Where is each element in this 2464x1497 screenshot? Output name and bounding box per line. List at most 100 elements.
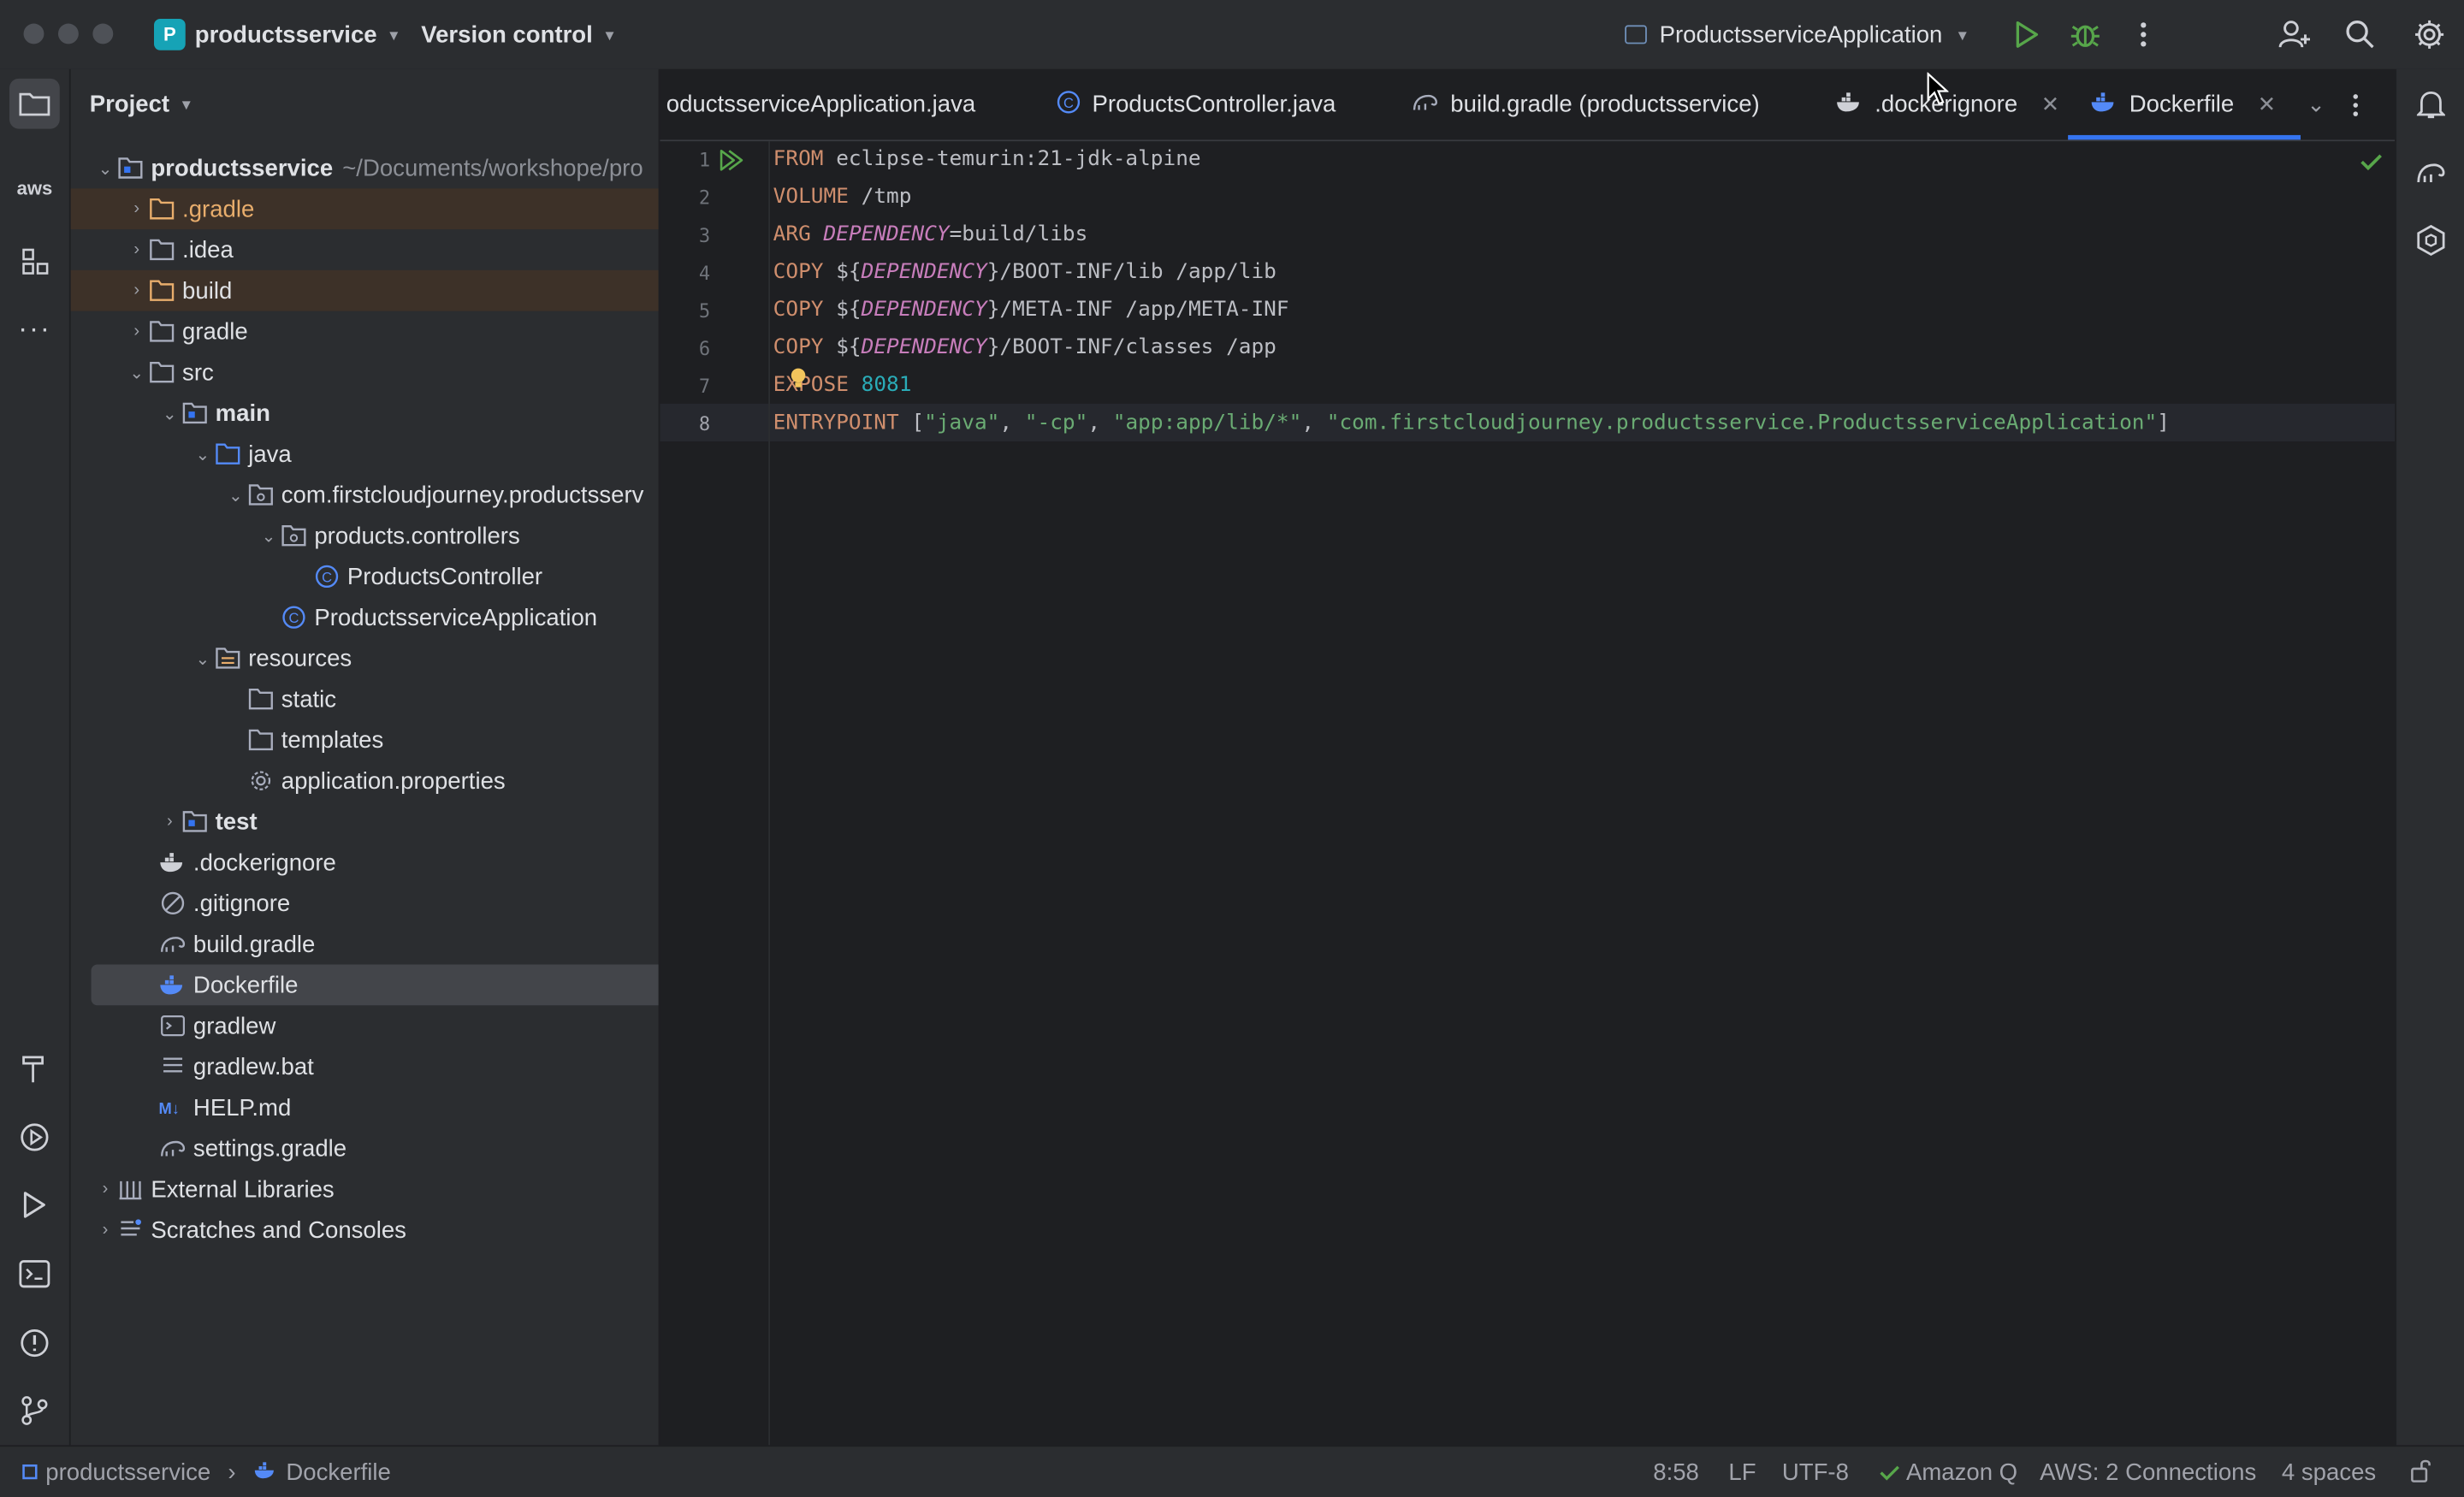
project-panel-title: Project: [89, 90, 170, 117]
terminal-tool-button[interactable]: [9, 1249, 60, 1299]
chevron-right-icon[interactable]: ›: [126, 281, 148, 300]
tree-item-products-controller[interactable]: C ProductsController: [71, 556, 659, 597]
tree-item-main[interactable]: ⌄ main: [71, 393, 659, 434]
chevron-down-icon[interactable]: ⌄: [94, 158, 116, 178]
aws-toolkit-button[interactable]: aws: [9, 163, 60, 214]
tree-item-package-root[interactable]: ⌄ com.firstcloudjourney.productsserv: [71, 475, 659, 516]
aws-connections[interactable]: AWS: 2 Connections: [2040, 1459, 2256, 1486]
tree-item-label: products.controllers: [314, 522, 520, 549]
problems-tool-button[interactable]: [9, 1318, 60, 1369]
project-switcher[interactable]: P productsservice ▾: [153, 17, 398, 51]
tree-item-src[interactable]: ⌄ src: [71, 352, 659, 393]
line-ending[interactable]: LF: [1728, 1459, 1756, 1486]
gradle-tool-button[interactable]: [2406, 148, 2456, 198]
tab-build-gradle[interactable]: build.gradle (productsservice): [1411, 69, 1760, 140]
tab-products-controller[interactable]: C ProductsController.java: [1056, 69, 1336, 140]
add-user-icon[interactable]: [2276, 15, 2313, 53]
tree-item-idea[interactable]: › .idea: [71, 229, 659, 270]
close-window-button[interactable]: [23, 23, 44, 44]
more-actions-icon[interactable]: [2124, 15, 2162, 53]
tree-item-help-md[interactable]: M↓ HELP.md: [71, 1087, 659, 1128]
tree-item-scratches[interactable]: › Scratches and Consoles: [71, 1210, 659, 1251]
project-tool-button[interactable]: [9, 78, 60, 129]
tab-dockerfile[interactable]: Dockerfile ✕: [2068, 69, 2302, 140]
tree-item-build-folder[interactable]: › build: [70, 269, 659, 311]
search-icon[interactable]: [2342, 15, 2379, 53]
chevron-down-icon[interactable]: ⌄: [258, 525, 280, 546]
chevron-right-icon[interactable]: ›: [94, 1221, 116, 1240]
run-tool-button[interactable]: [9, 1180, 60, 1230]
tree-item-dockerignore[interactable]: .dockerignore: [71, 842, 659, 883]
debug-icon[interactable]: [2066, 15, 2104, 53]
lightbulb-icon[interactable]: [789, 368, 808, 398]
chevron-down-icon[interactable]: ⌄: [192, 444, 214, 464]
notifications-button[interactable]: [2406, 79, 2456, 129]
tree-item-application-class[interactable]: C ProductsserviceApplication: [71, 597, 659, 638]
tree-item-gradle-cache[interactable]: › .gradle: [70, 188, 659, 230]
minimize-window-button[interactable]: [57, 23, 79, 44]
file-encoding[interactable]: UTF-8: [1782, 1459, 1849, 1486]
tree-item-gradle[interactable]: › gradle: [71, 311, 659, 352]
tree-item-gradlew-bat[interactable]: gradlew.bat: [71, 1046, 659, 1087]
excluded-folder-icon: [148, 278, 176, 303]
tree-item-static[interactable]: static: [71, 678, 659, 719]
title-bar: P productsservice ▾ Version control ▾ Pr…: [0, 0, 2464, 71]
tree-item-test[interactable]: › test: [71, 802, 659, 843]
close-tab-icon[interactable]: ✕: [2258, 92, 2277, 118]
project-name: productsservice: [194, 21, 377, 49]
amazon-q-status[interactable]: Amazon Q: [1880, 1459, 2017, 1486]
version-control-menu[interactable]: Version control ▾: [421, 17, 613, 51]
amazon-q-button[interactable]: [2406, 216, 2456, 266]
close-tab-icon[interactable]: ✕: [2041, 92, 2060, 118]
tab-application-java[interactable]: oductsserviceApplication.java: [666, 69, 975, 140]
tree-item-java[interactable]: ⌄ java: [71, 434, 659, 475]
project-panel-header[interactable]: Project ▾: [90, 88, 191, 120]
chevron-right-icon[interactable]: ›: [126, 199, 148, 218]
chevron-right-icon[interactable]: ›: [159, 812, 181, 831]
lock-icon[interactable]: [2409, 1458, 2434, 1489]
tree-item-root[interactable]: ⌄ productsservice ~/Documents/workshope/…: [71, 148, 659, 189]
caret-position[interactable]: 8:58: [1653, 1459, 1699, 1486]
no-problems-check-icon[interactable]: [2360, 151, 2383, 179]
gradle-icon: [159, 932, 187, 956]
tree-item-gitignore[interactable]: .gitignore: [71, 883, 659, 924]
chevron-down-icon[interactable]: ⌄: [225, 485, 247, 505]
tree-item-resources[interactable]: ⌄ resources: [71, 638, 659, 679]
code-editor[interactable]: 1 2 3 4 5 6 7 8 FROM eclipse-temurin:21-…: [660, 71, 2396, 1446]
tree-item-dockerfile[interactable]: Dockerfile: [91, 964, 659, 1006]
chevron-down-icon[interactable]: ⌄: [159, 403, 181, 423]
docker-icon: [2090, 91, 2118, 119]
tree-item-label: settings.gradle: [192, 1134, 347, 1162]
tree-item-gradlew[interactable]: gradlew: [71, 1005, 659, 1046]
tree-item-build-gradle[interactable]: build.gradle: [71, 924, 659, 965]
tree-item-application-properties[interactable]: application.properties: [71, 760, 659, 802]
run-icon[interactable]: [2008, 15, 2046, 53]
tree-item-controllers-package[interactable]: ⌄ products.controllers: [71, 515, 659, 556]
gradle-icon: [2417, 163, 2445, 183]
run-gutter-icon[interactable]: [720, 149, 744, 179]
breadcrumb-project[interactable]: productsservice: [45, 1459, 210, 1486]
tree-item-label: gradle: [182, 317, 248, 346]
settings-icon[interactable]: [2411, 15, 2449, 53]
zoom-window-button[interactable]: [92, 23, 114, 44]
build-tool-button[interactable]: [9, 1043, 60, 1093]
git-tool-button[interactable]: [9, 1386, 60, 1436]
breadcrumb-file[interactable]: Dockerfile: [286, 1459, 390, 1486]
tab-list-button[interactable]: ⌄: [2304, 69, 2325, 140]
svg-text:C: C: [288, 610, 299, 626]
chevron-right-icon[interactable]: ›: [126, 240, 148, 259]
tree-item-settings-gradle[interactable]: settings.gradle: [71, 1127, 659, 1169]
indent-setting[interactable]: 4 spaces: [2282, 1459, 2376, 1486]
tab-options-button[interactable]: [2351, 69, 2360, 140]
chevron-down-icon[interactable]: ⌄: [126, 362, 148, 382]
chevron-down-icon[interactable]: ⌄: [192, 648, 214, 668]
structure-tool-button[interactable]: [9, 235, 60, 286]
chevron-right-icon[interactable]: ›: [126, 322, 148, 340]
tree-item-templates[interactable]: templates: [71, 719, 659, 760]
services-tool-button[interactable]: [9, 1112, 60, 1163]
tree-item-label: src: [182, 358, 214, 386]
more-tools-button[interactable]: ···: [9, 303, 60, 353]
chevron-right-icon[interactable]: ›: [94, 1180, 116, 1198]
run-configuration-selector[interactable]: ProductsserviceApplication ▾: [1625, 17, 1967, 51]
tree-item-external-libraries[interactable]: › External Libraries: [71, 1169, 659, 1210]
